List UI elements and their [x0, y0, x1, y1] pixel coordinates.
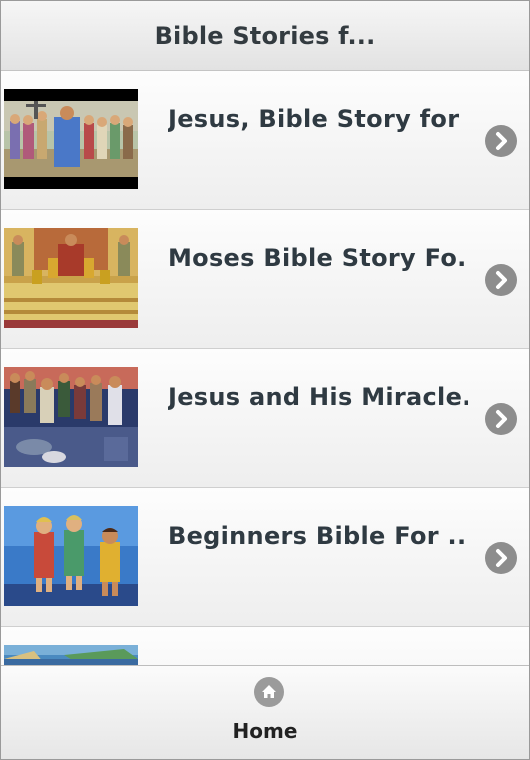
chevron-right-icon[interactable]: [485, 264, 517, 296]
home-button[interactable]: Home: [1, 666, 529, 759]
list-item[interactable]: [1, 627, 529, 665]
list-item[interactable]: Moses Bible Story Fo...: [1, 210, 529, 349]
home-label: Home: [232, 719, 298, 743]
sea-scene-image: [4, 645, 138, 665]
list-item[interactable]: Beginners Bible For ...: [1, 488, 529, 627]
app-header: Bible Stories f...: [1, 1, 529, 71]
list-item[interactable]: Jesus, Bible Story for ...: [1, 71, 529, 210]
footer-navbar: Home: [1, 665, 529, 759]
chevron-right-icon[interactable]: [485, 125, 517, 157]
app-window: Bible Stories f... Jesus, Bible Story fo…: [0, 0, 530, 760]
video-thumbnail[interactable]: [4, 506, 138, 606]
video-thumbnail[interactable]: [4, 645, 138, 665]
video-list[interactable]: Jesus, Bible Story for ... Moses Bible S…: [1, 71, 529, 665]
video-thumbnail[interactable]: [4, 367, 138, 467]
miracle-crowd-image: [4, 367, 138, 467]
video-title: Beginners Bible For ...: [168, 522, 468, 550]
video-thumbnail[interactable]: [4, 228, 138, 328]
pharaoh-throne-image: [4, 228, 138, 328]
page-title: Bible Stories f...: [154, 21, 376, 50]
video-title: Jesus, Bible Story for ...: [168, 105, 468, 133]
video-title: Jesus and His Miracle...: [168, 383, 468, 411]
children-group-image: [4, 506, 138, 606]
video-thumbnail[interactable]: [4, 89, 138, 189]
video-title: Moses Bible Story Fo...: [168, 244, 468, 272]
home-icon: [254, 677, 284, 707]
chevron-right-icon[interactable]: [485, 403, 517, 435]
chevron-right-icon[interactable]: [485, 542, 517, 574]
jesus-crowd-image: [4, 89, 138, 189]
list-item[interactable]: Jesus and His Miracle...: [1, 349, 529, 488]
